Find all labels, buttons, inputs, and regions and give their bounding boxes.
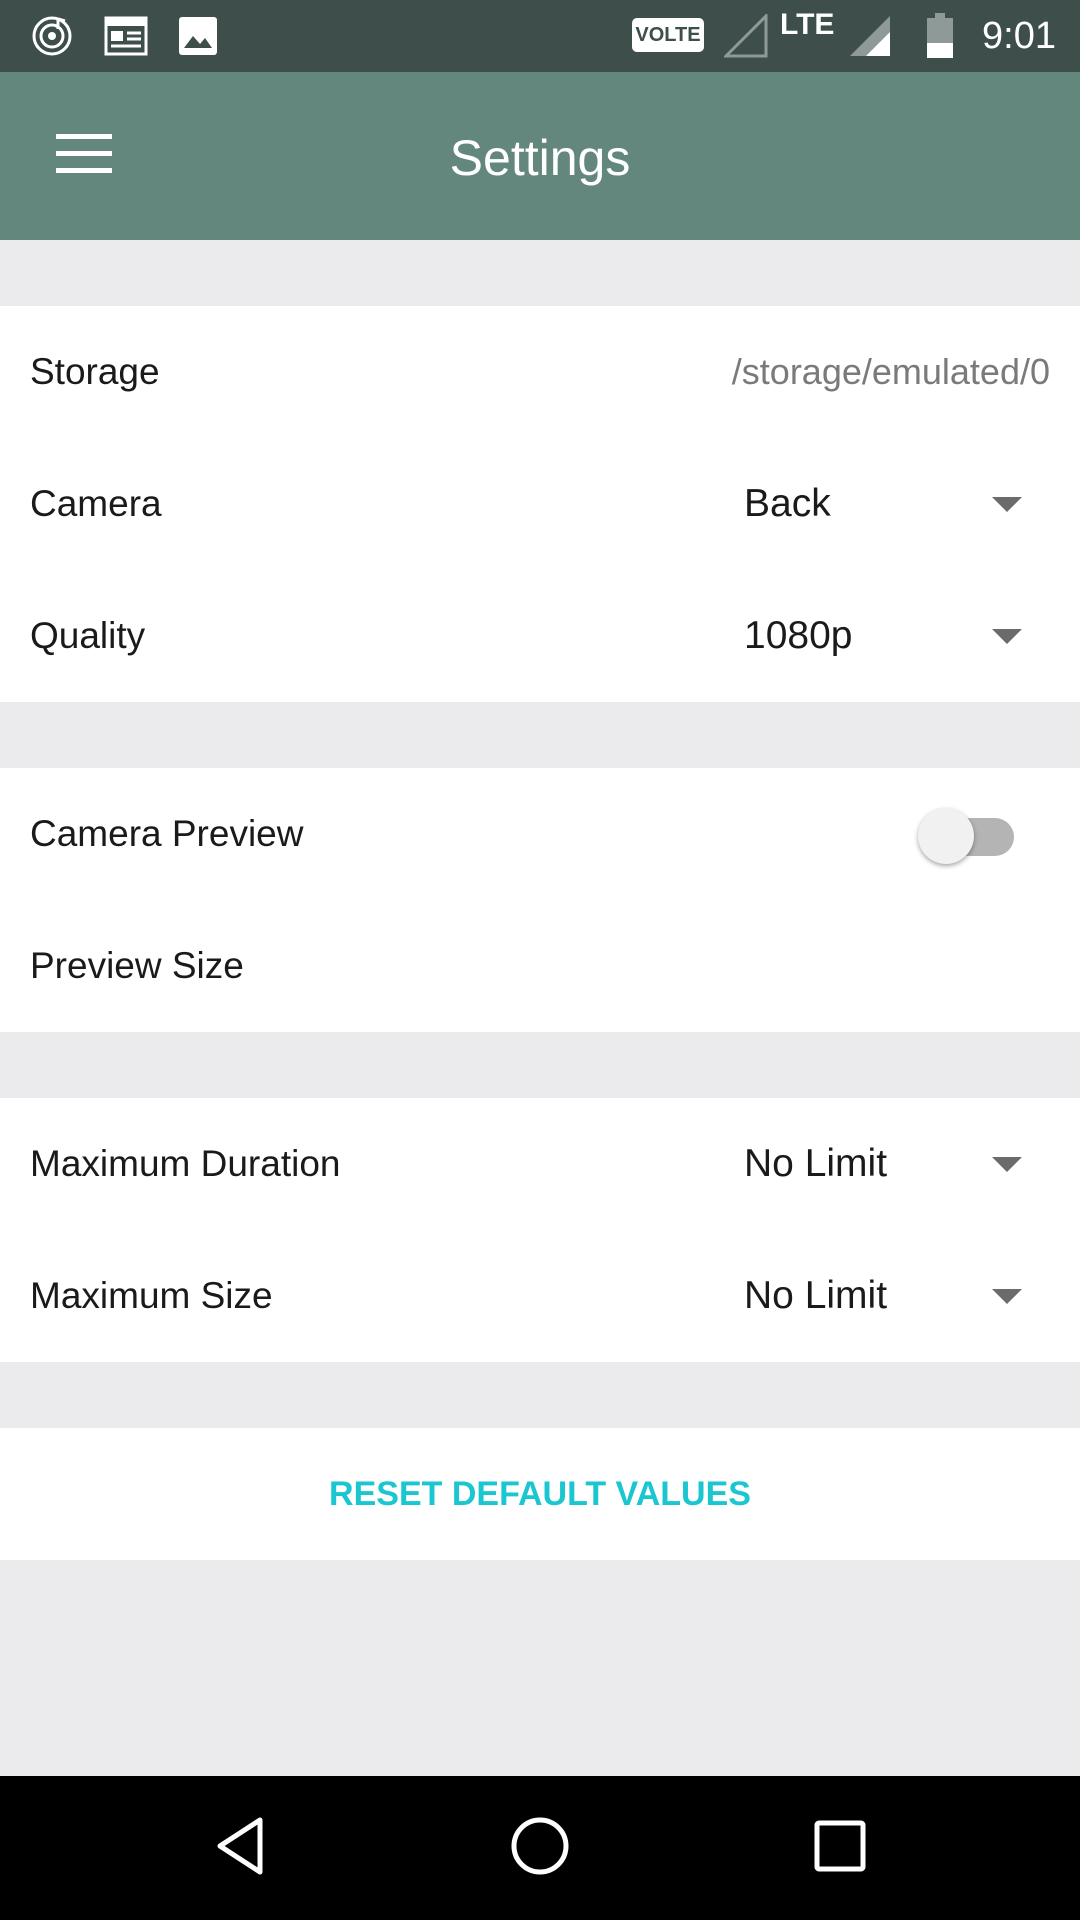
reset-default-values-button[interactable]: RESET DEFAULT VALUES [0, 1428, 1080, 1560]
dropdown-arrow-icon[interactable] [992, 629, 1022, 644]
max-duration-value: No Limit [744, 1142, 888, 1185]
lte-label: LTE [780, 8, 835, 41]
camera-preview-label: Camera Preview [30, 813, 304, 854]
status-bar: VOLTE LTE 9:01 [0, 0, 1080, 72]
back-button[interactable] [196, 1804, 284, 1892]
home-icon [510, 1816, 570, 1881]
limits-section: Maximum Duration No Limit Maximum Size N… [0, 1098, 1080, 1362]
quality-value: 1080p [744, 614, 853, 657]
navigation-bar [0, 1776, 1080, 1920]
home-button[interactable] [496, 1804, 584, 1892]
max-duration-row[interactable]: Maximum Duration No Limit [0, 1098, 1080, 1230]
dropdown-arrow-icon[interactable] [992, 1157, 1022, 1172]
max-duration-label: Maximum Duration [30, 1143, 341, 1184]
max-size-value: No Limit [744, 1274, 888, 1317]
max-size-label: Maximum Size [30, 1275, 273, 1316]
camera-row[interactable]: Camera Back [0, 438, 1080, 570]
dropdown-arrow-icon[interactable] [992, 497, 1022, 512]
status-time: 9:01 [982, 15, 1056, 57]
page-title: Settings [449, 130, 631, 186]
storage-camera-section: Storage /storage/emulated/0 Camera Back … [0, 306, 1080, 702]
signal-empty-icon [724, 14, 768, 58]
recents-button[interactable] [796, 1804, 884, 1892]
preview-size-label: Preview Size [30, 945, 244, 986]
storage-label: Storage [30, 351, 160, 392]
storage-row[interactable]: Storage /storage/emulated/0 [0, 306, 1080, 438]
recents-icon [814, 1820, 866, 1877]
camera-preview-toggle[interactable] [918, 808, 1018, 864]
quality-row[interactable]: Quality 1080p [0, 570, 1080, 702]
camera-value: Back [744, 482, 831, 525]
battery-icon [918, 13, 962, 58]
quality-label: Quality [30, 615, 146, 656]
toggle-thumb [918, 808, 974, 864]
reset-section: RESET DEFAULT VALUES [0, 1428, 1080, 1560]
back-icon [212, 1816, 268, 1881]
dropdown-arrow-icon[interactable] [992, 1289, 1022, 1304]
signal-icon [848, 14, 892, 58]
preview-size-row[interactable]: Preview Size [0, 900, 1080, 1032]
music-notification-icon [30, 14, 74, 58]
preview-section: Camera Preview Preview Size [0, 768, 1080, 1032]
camera-preview-row[interactable]: Camera Preview [0, 768, 1080, 900]
storage-path-value: /storage/emulated/0 [731, 351, 1050, 392]
app-bar: Settings [0, 72, 1080, 240]
image-notification-icon [176, 14, 220, 58]
camera-label: Camera [30, 483, 162, 524]
news-notification-icon [104, 14, 148, 58]
volte-badge: VOLTE [632, 18, 704, 52]
max-size-row[interactable]: Maximum Size No Limit [0, 1230, 1080, 1362]
